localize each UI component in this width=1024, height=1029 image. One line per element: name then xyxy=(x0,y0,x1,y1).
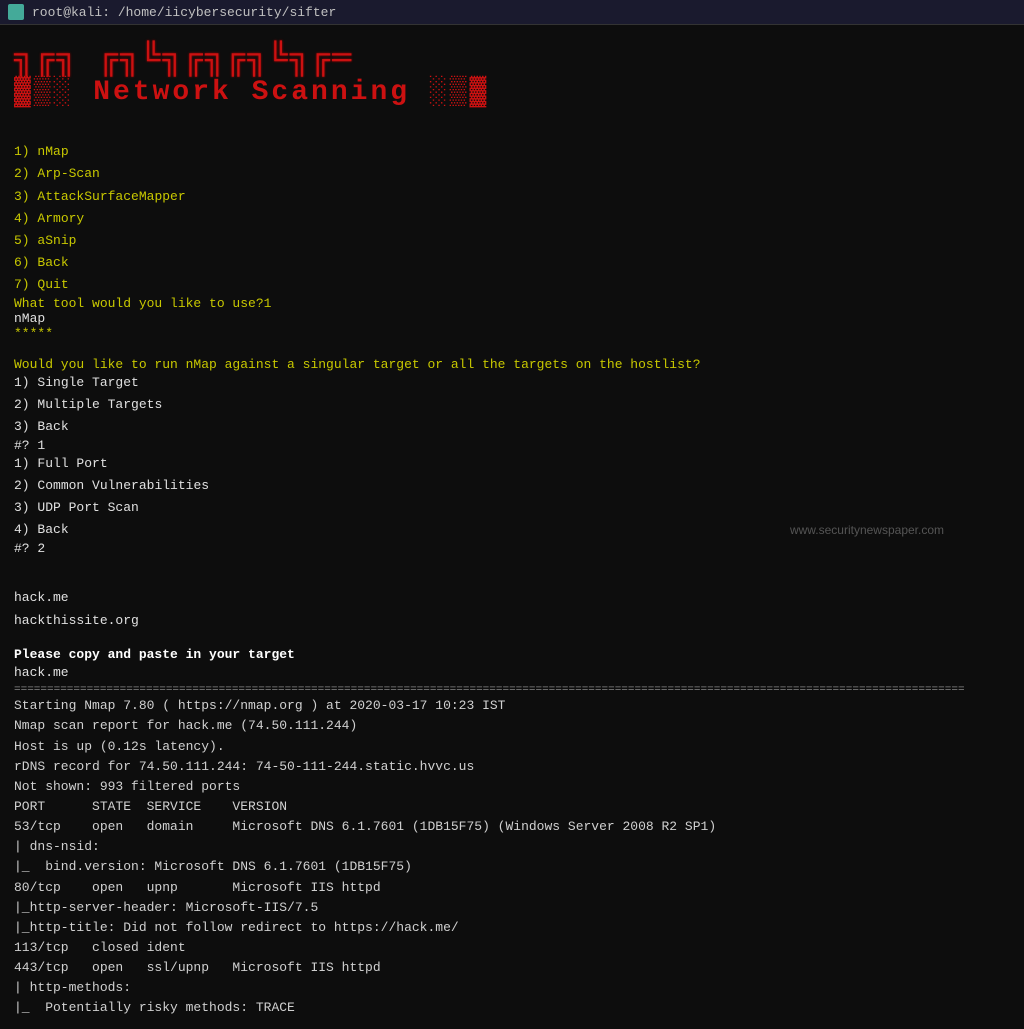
target-1: hack.me xyxy=(14,587,1010,609)
nmap-http-server: |_http-server-header: Microsoft-IIS/7.5 xyxy=(14,898,1010,918)
title-bar: root@kali: /home/iicybersecurity/sifter xyxy=(0,0,1024,25)
menu-item-7: 7) Quit xyxy=(14,274,1010,296)
terminal-body: ╗╔╗ ╔╗╚╗╔╗╔╗╚╗╔═ ▓▒░ Network Scanning ░▒… xyxy=(0,25,1024,1029)
nmap-http-title: |_http-title: Did not follow redirect to… xyxy=(14,918,1010,938)
menu-item-3: 3) AttackSurfaceMapper xyxy=(14,186,1010,208)
menu-item-4: 4) Armory xyxy=(14,208,1010,230)
ascii-art-rendered: ╗╔╗ ╔╗╚╗╔╗╔╗╚╗╔═ ▓▒░ Network Scanning ░▒… xyxy=(14,41,1010,110)
watermark: www.securitynewspaper.com xyxy=(790,523,944,537)
tool-prompt: What tool would you like to use?1 xyxy=(14,296,1010,311)
nmap-line5: Not shown: 993 filtered ports xyxy=(14,777,1010,797)
nmap-bind-version: |_ bind.version: Microsoft DNS 6.1.7601 … xyxy=(14,857,1010,877)
menu-item-5: 5) aSnip xyxy=(14,230,1010,252)
prompt2: #? 2 xyxy=(14,541,1010,556)
menu-item-2: 2) Arp-Scan xyxy=(14,163,1010,185)
target-question: Would you like to run nMap against a sin… xyxy=(14,357,1010,372)
title-bar-text: root@kali: /home/iicybersecurity/sifter xyxy=(32,5,336,20)
menu-item-6: 6) Back xyxy=(14,252,1010,274)
nmap-risky-methods: |_ Potentially risky methods: TRACE xyxy=(14,998,1010,1018)
scan-opt-2: 2) Common Vulnerabilities xyxy=(14,475,1010,497)
nmap-dns-nsid: | dns-nsid: xyxy=(14,837,1010,857)
target-opt-1: 1) Single Target xyxy=(14,372,1010,394)
nmap-output: Starting Nmap 7.80 ( https://nmap.org ) … xyxy=(14,696,1010,1018)
target-opt-2: 2) Multiple Targets xyxy=(14,394,1010,416)
terminal-icon xyxy=(8,4,24,20)
nmap-port3: 113/tcp closed ident xyxy=(14,938,1010,958)
menu-list: 1) nMap 2) Arp-Scan 3) AttackSurfaceMapp… xyxy=(14,141,1010,296)
ascii-art: ╗╔╗ ╔╗╚╗╔╗╔╗╚╗╔═ ▓▒░ Network Scanning ░▒… xyxy=(14,41,1010,110)
target-opt-3: 3) Back xyxy=(14,416,1010,438)
scan-opt-3: 3) UDP Port Scan xyxy=(14,497,1010,519)
scan-opt-1: 1) Full Port xyxy=(14,453,1010,475)
stars: ***** xyxy=(14,326,1010,341)
nmap-table-header: PORT STATE SERVICE VERSION xyxy=(14,797,1010,817)
copy-paste-prompt: Please copy and paste in your target xyxy=(14,647,1010,662)
nmap-port1: 53/tcp open domain Microsoft DNS 6.1.760… xyxy=(14,817,1010,837)
tool-answer: nMap xyxy=(14,311,1010,326)
nmap-port2: 80/tcp open upnp Microsoft IIS httpd xyxy=(14,878,1010,898)
target-input: hack.me xyxy=(14,662,1010,684)
nmap-line4: rDNS record for 74.50.111.244: 74-50-111… xyxy=(14,757,1010,777)
nmap-http-methods: | http-methods: xyxy=(14,978,1010,998)
nmap-line3: Host is up (0.12s latency). xyxy=(14,737,1010,757)
target-2: hackthissite.org xyxy=(14,610,1010,632)
nmap-line1: Starting Nmap 7.80 ( https://nmap.org ) … xyxy=(14,696,1010,716)
nmap-line2: Nmap scan report for hack.me (74.50.111.… xyxy=(14,716,1010,736)
separator-line: ========================================… xyxy=(14,684,1010,696)
prompt1: #? 1 xyxy=(14,438,1010,453)
nmap-port4: 443/tcp open ssl/upnp Microsoft IIS http… xyxy=(14,958,1010,978)
menu-item-1: 1) nMap xyxy=(14,141,1010,163)
